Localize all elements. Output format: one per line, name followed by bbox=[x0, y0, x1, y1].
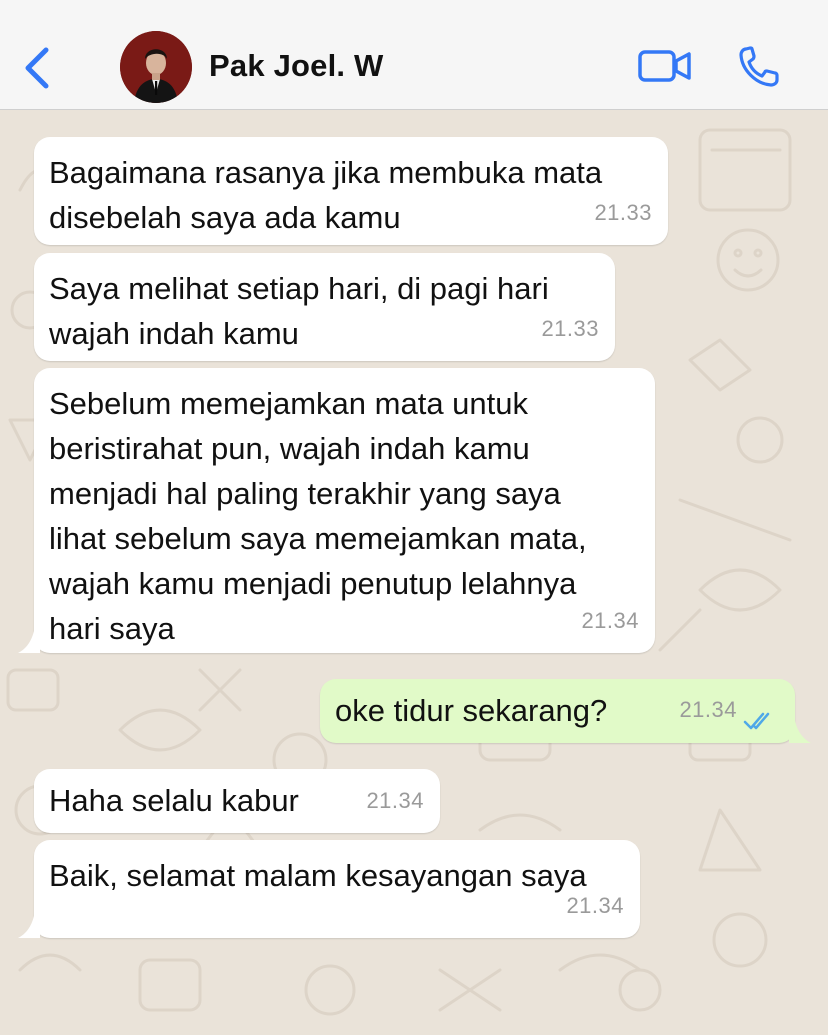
message-time: 21.34 bbox=[366, 788, 424, 813]
incoming-message-bubble[interactable]: Haha selalu kabur 21.34 bbox=[34, 769, 440, 833]
incoming-message-bubble[interactable]: Baik, selamat malam kesayangan saya 21.3… bbox=[34, 840, 640, 938]
video-camera-icon bbox=[638, 50, 691, 82]
video-call-button[interactable] bbox=[638, 46, 692, 86]
message-text: Baik, selamat malam kesayangan saya bbox=[49, 858, 587, 893]
incoming-message-bubble[interactable]: Saya melihat setiap hari, di pagi hari w… bbox=[34, 253, 615, 361]
message-time: 21.34 bbox=[679, 697, 737, 722]
read-double-check-icon bbox=[743, 712, 770, 730]
contact-name[interactable]: Pak Joel. W bbox=[209, 48, 384, 84]
message-time: 21.33 bbox=[541, 316, 599, 341]
chevron-left-icon bbox=[25, 47, 49, 89]
back-button[interactable] bbox=[18, 44, 58, 92]
incoming-message-bubble[interactable]: Bagaimana rasanya jika membuka mata dise… bbox=[34, 137, 668, 245]
message-text: Bagaimana rasanya jika membuka mata dise… bbox=[49, 155, 603, 235]
bubble-tail bbox=[789, 721, 811, 743]
avatar-photo bbox=[120, 31, 192, 103]
phone-icon bbox=[739, 46, 779, 87]
message-time: 21.34 bbox=[566, 893, 624, 918]
message-time: 21.33 bbox=[594, 200, 652, 225]
message-text: Sebelum memejamkan mata untuk beristirah… bbox=[49, 386, 587, 646]
chat-area[interactable]: Bagaimana rasanya jika membuka mata dise… bbox=[0, 110, 828, 1035]
voice-call-button[interactable] bbox=[738, 46, 782, 88]
bubble-tail bbox=[18, 631, 40, 653]
message-time: 21.34 bbox=[581, 608, 639, 633]
contact-avatar[interactable] bbox=[120, 31, 192, 103]
incoming-message-bubble[interactable]: Sebelum memejamkan mata untuk beristirah… bbox=[34, 368, 655, 653]
message-text: Saya melihat setiap hari, di pagi hari w… bbox=[49, 271, 549, 351]
outgoing-message-bubble[interactable]: oke tidur sekarang? 21.34 bbox=[320, 679, 795, 743]
bubble-tail bbox=[18, 916, 40, 938]
chat-header: Pak Joel. W bbox=[0, 0, 828, 110]
